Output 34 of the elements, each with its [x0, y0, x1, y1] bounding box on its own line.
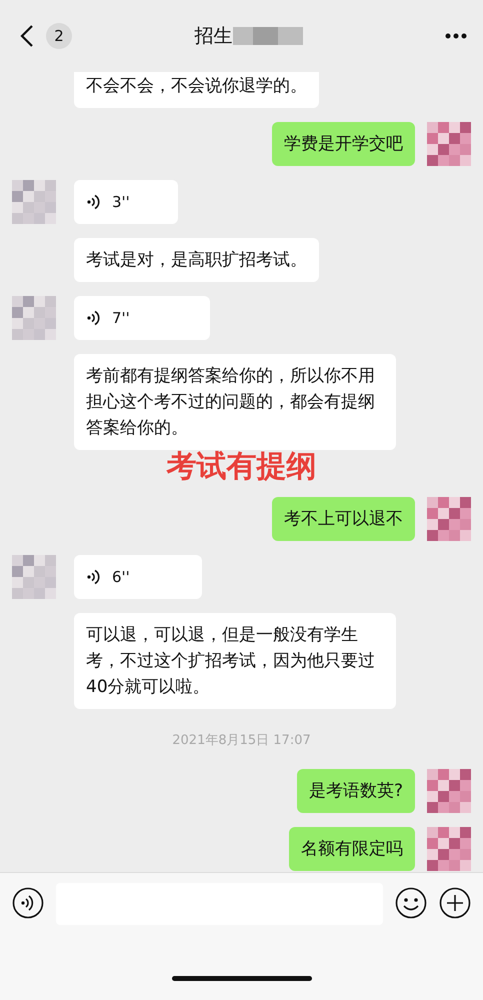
back-icon[interactable]	[20, 24, 34, 48]
message-bubble: 是考语数英?	[296, 768, 415, 812]
message-bubble: 学费是开学交吧	[272, 122, 415, 166]
plus-icon[interactable]	[439, 887, 471, 919]
blurred-avatar-drawing	[427, 122, 471, 166]
voice-duration: 3''	[112, 192, 130, 213]
timestamp: 2021年8月15日 17:07	[172, 732, 311, 750]
message-bubble: 考试是对，是高职扩招考试。	[74, 238, 319, 282]
voice-duration: 7''	[112, 308, 130, 329]
voice-icon[interactable]	[12, 887, 44, 919]
voice-message-bubble[interactable]: 3''	[74, 180, 178, 224]
blurred-avatar-drawing	[12, 296, 56, 340]
blurred-avatar-drawing	[427, 826, 471, 870]
chat-title: 招生	[194, 24, 232, 49]
voice-wave-icon	[86, 193, 100, 211]
message-bubble: 不会不会，不会说你退学的。	[74, 72, 319, 108]
message-bubble: 名额有限定吗	[289, 826, 415, 870]
emoji-icon[interactable]	[395, 887, 427, 919]
voice-message-bubble[interactable]: 7''	[74, 296, 210, 340]
voice-message-bubble[interactable]: 6''	[74, 555, 202, 599]
blurred-title-drawing	[232, 25, 302, 47]
blurred-avatar-drawing	[12, 555, 56, 599]
message-bubble: 考前都有提纲答案给你的，所以你不用担心这个考不过的问题的，都会有提纲答案给你的。	[74, 354, 396, 450]
voice-duration: 6''	[112, 567, 130, 588]
annotation-text: 考试有提纲	[166, 448, 316, 486]
voice-wave-icon	[86, 309, 100, 327]
unread-count-badge: 2	[46, 23, 72, 49]
more-icon[interactable]	[445, 33, 467, 39]
message-bubble: 考不上可以退不	[272, 497, 415, 541]
blurred-avatar-drawing	[12, 180, 56, 224]
message-bubble: 可以退，可以退，但是一般没有学生考，不过这个扩招考试，因为他只要过40分就可以啦。	[74, 613, 396, 709]
blurred-avatar-drawing	[427, 497, 471, 541]
voice-wave-icon	[86, 568, 100, 586]
blurred-avatar-drawing	[427, 768, 471, 812]
